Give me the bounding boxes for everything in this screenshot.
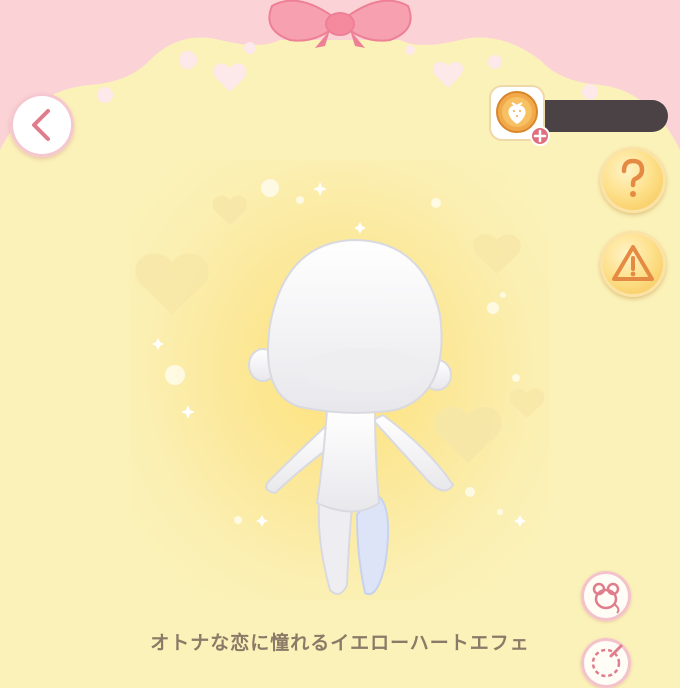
heart-shape (135, 253, 209, 314)
coin-counter (488, 84, 680, 148)
heart-shape (212, 195, 248, 225)
add-coins-button[interactable] (488, 84, 550, 146)
warning-triangle-icon (612, 245, 654, 281)
help-button[interactable] (600, 147, 666, 213)
back-button[interactable] (10, 93, 74, 157)
question-mark-icon (621, 158, 645, 197)
coin-amount-bar (538, 100, 668, 132)
avatar-figure (248, 238, 455, 596)
heart-shape (473, 234, 521, 274)
pose-button[interactable] (581, 571, 631, 621)
mouse-icon (592, 582, 620, 614)
chevron-left-icon (32, 109, 50, 141)
effect-title: オトナな恋に憧れるイエローハートエフェ (150, 632, 530, 654)
plus-icon (530, 126, 550, 146)
dress-up-screen: オトナな恋に憧れるイエローハートエフェ (0, 0, 680, 688)
report-button[interactable] (600, 231, 666, 297)
heart-shape (509, 388, 545, 418)
